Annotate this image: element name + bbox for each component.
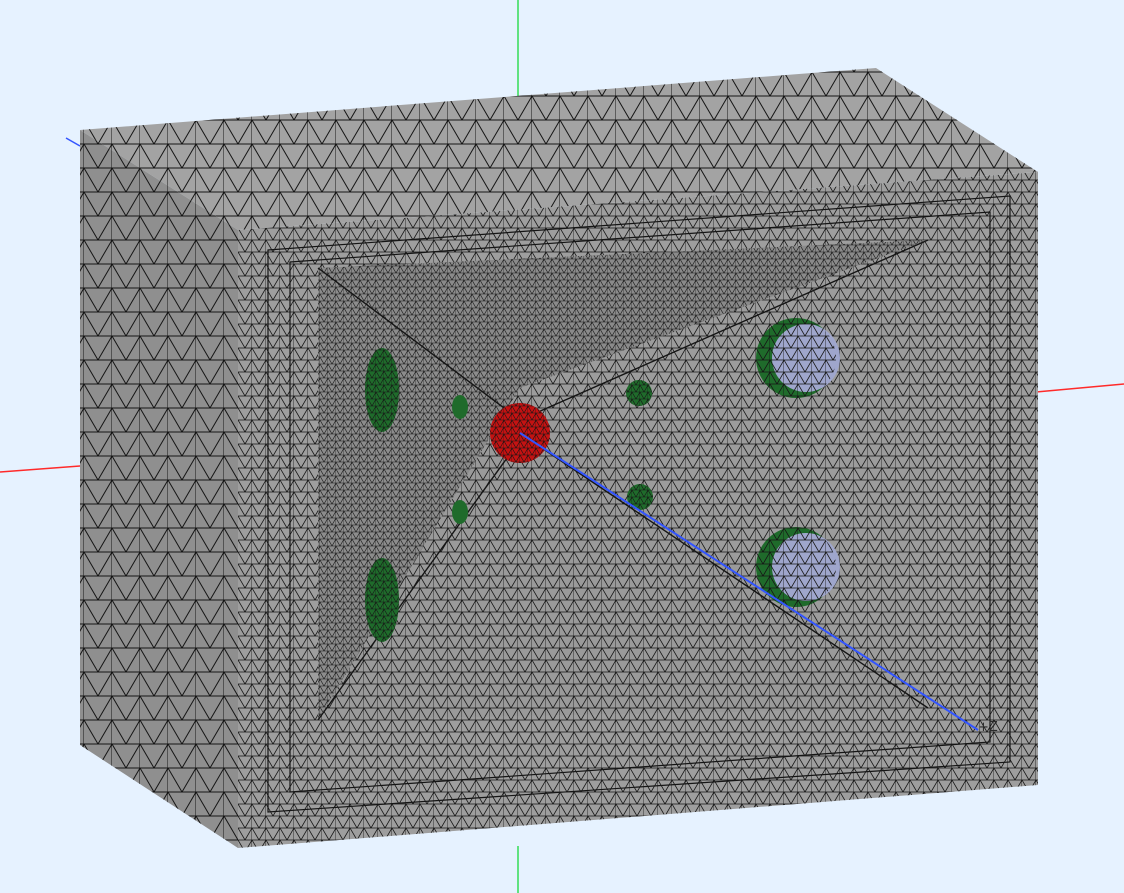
small-port-2[interactable]: [452, 500, 468, 524]
mesh-scene[interactable]: [0, 0, 1124, 893]
3d-viewport[interactable]: +Z: [0, 0, 1124, 893]
z-axis-label: +Z: [978, 720, 998, 735]
z-axis-line-back: [65, 137, 81, 147]
small-port-1[interactable]: [452, 395, 468, 419]
x-axis-line-right: [1035, 383, 1124, 393]
